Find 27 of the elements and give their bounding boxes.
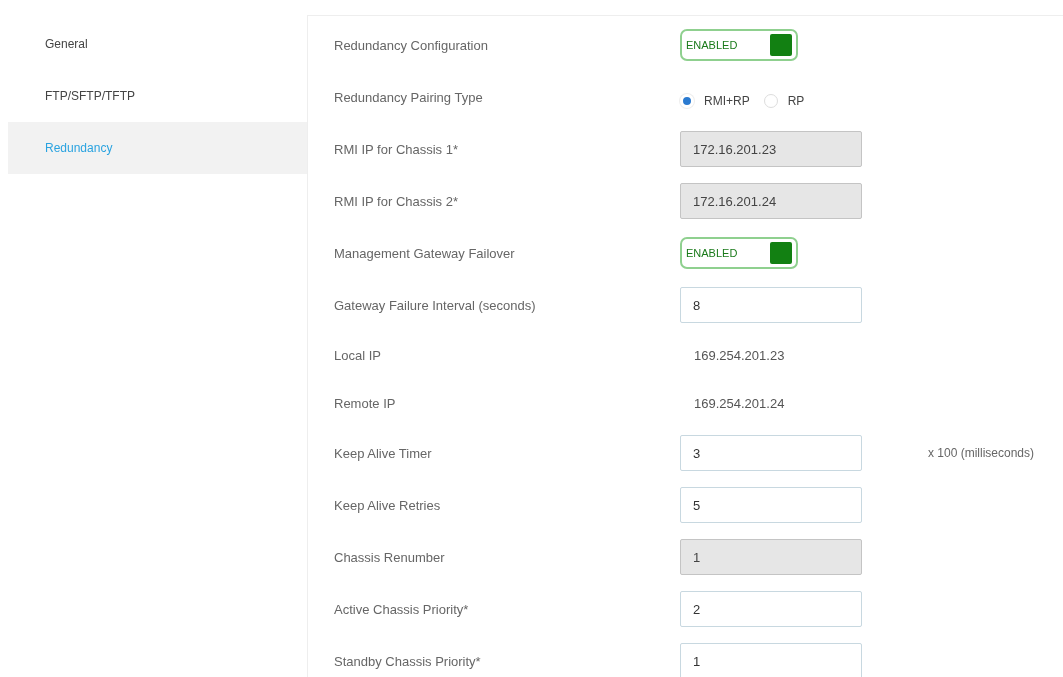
field-label: Gateway Failure Interval (seconds) [334,297,537,313]
radio-option[interactable]: RP [763,94,805,108]
input-field[interactable]: 5 [680,487,862,523]
input-field[interactable]: 3 [680,435,862,471]
field-label: Chassis Renumber [334,549,446,565]
value-text: 169.254.201.23 [693,347,785,363]
sidebar-item[interactable]: FTP/SFTP/TFTP [8,70,307,122]
sidebar-item[interactable]: General [8,18,307,70]
toggle-switch[interactable]: ENABLED [680,29,798,61]
field-label: Redundancy Configuration [334,37,489,53]
field-label: Management Gateway Failover [334,245,516,261]
input-field[interactable]: 2 [680,591,862,627]
value-text: 169.254.201.24 [693,395,785,411]
field-label: Standby Chassis Priority* [334,653,482,669]
field-label: RMI IP for Chassis 1* [334,141,460,157]
field-label: Keep Alive Timer [334,445,433,461]
input-field[interactable]: 1 [680,643,862,677]
field-label: RMI IP for Chassis 2* [334,193,460,209]
input-field[interactable]: 8 [680,287,862,323]
toggle-switch[interactable]: ENABLED [680,237,798,269]
field-label: Keep Alive Retries [334,497,442,513]
field-label: Active Chassis Priority* [334,601,470,617]
field-label: Remote IP [334,395,397,411]
field-label: Redundancy Pairing Type [334,89,484,105]
radio-option[interactable]: RMI+RP [680,94,750,108]
field-label: Local IP [334,347,382,363]
unit-label: x 100 (milliseconds) [928,446,1036,460]
